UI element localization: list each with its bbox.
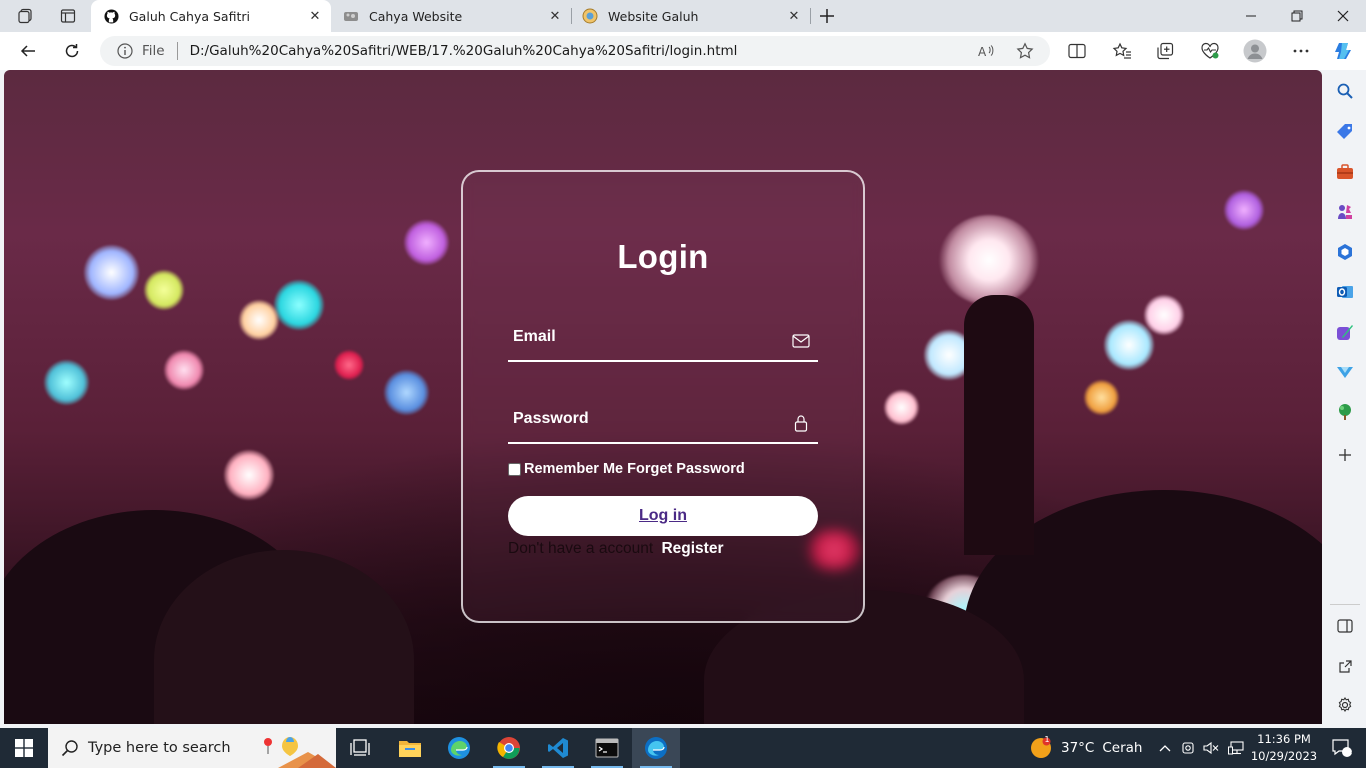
- tools-briefcase-icon[interactable]: [1334, 161, 1356, 183]
- lock-icon: [792, 414, 810, 432]
- settings-gear-icon[interactable]: [1334, 694, 1356, 716]
- terminal-icon[interactable]: [583, 728, 631, 768]
- login-card: Login Email Password Remember Me Forget …: [461, 170, 865, 623]
- email-field[interactable]: Email: [508, 316, 818, 362]
- tab-galuh-cahya-safitri[interactable]: Galuh Cahya Safitri ✕: [91, 0, 331, 32]
- page-viewport: Login Email Password Remember Me Forget …: [4, 70, 1322, 724]
- copilot-icon[interactable]: [1329, 37, 1359, 65]
- remember-label[interactable]: Remember Me Forget Password: [524, 461, 745, 477]
- remember-row: Remember Me Forget Password: [508, 461, 745, 477]
- favorites-icon[interactable]: [1107, 37, 1137, 65]
- task-view-icon[interactable]: [336, 728, 384, 768]
- minimize-icon[interactable]: [1228, 0, 1274, 32]
- password-label: Password: [513, 410, 589, 427]
- volume-muted-icon[interactable]: [1200, 728, 1222, 768]
- browser-toolbar: File D:/Galuh%20Cahya%20Safitri/WEB/17.%…: [0, 32, 1366, 70]
- notification-center-icon[interactable]: 1: [1322, 728, 1362, 768]
- email-label: Email: [513, 328, 556, 345]
- chrome-icon[interactable]: [485, 728, 533, 768]
- weather-widget[interactable]: 1 37°C Cerah: [1030, 728, 1142, 768]
- sidebar-divider: [1330, 604, 1360, 605]
- designer-icon[interactable]: [1334, 321, 1356, 343]
- split-screen-icon[interactable]: [1062, 37, 1092, 65]
- weather-sun-icon: 1: [1030, 735, 1052, 759]
- profile-avatar-icon[interactable]: [1240, 37, 1270, 65]
- browser-essentials-icon[interactable]: [1195, 37, 1225, 65]
- globe-icon: [582, 8, 598, 24]
- tab-divider: [810, 8, 811, 24]
- close-icon[interactable]: ✕: [545, 6, 565, 26]
- login-button[interactable]: Log in: [508, 496, 818, 536]
- tab-title: Cahya Website: [369, 8, 463, 24]
- drop-send-icon[interactable]: [1334, 361, 1356, 383]
- close-icon[interactable]: ✕: [305, 6, 325, 26]
- no-account-text: Don't have a account: [508, 540, 654, 557]
- hide-sidebar-icon[interactable]: [1334, 615, 1356, 637]
- shopping-tag-icon[interactable]: [1334, 121, 1356, 143]
- restore-icon[interactable]: [1274, 0, 1320, 32]
- info-icon[interactable]: [116, 42, 134, 60]
- tab-title: Galuh Cahya Safitri: [129, 8, 250, 24]
- tab-cahya-website[interactable]: Cahya Website ✕: [331, 0, 571, 32]
- more-menu-icon[interactable]: [1286, 37, 1316, 65]
- windows-taskbar: Type here to search 1 37°C Cerah 11:36 P…: [0, 728, 1366, 768]
- close-window-icon[interactable]: [1320, 0, 1366, 32]
- address-bar[interactable]: File D:/Galuh%20Cahya%20Safitri/WEB/17.%…: [100, 36, 1050, 66]
- tab-website-galuh[interactable]: Website Galuh ✕: [570, 0, 810, 32]
- microsoft-365-icon[interactable]: [1334, 241, 1356, 263]
- taskbar-search[interactable]: Type here to search: [48, 728, 336, 768]
- taskbar-clock[interactable]: 11:36 PM 10/29/2023: [1250, 731, 1318, 765]
- tree-icon[interactable]: [1334, 401, 1356, 423]
- tab-strip: Galuh Cahya Safitri ✕ Cahya Website ✕ We…: [0, 0, 1366, 32]
- register-link[interactable]: Register: [661, 540, 723, 557]
- close-icon[interactable]: ✕: [784, 6, 804, 26]
- weather-description: Cerah: [1102, 740, 1143, 756]
- outlook-icon[interactable]: [1334, 281, 1356, 303]
- show-hidden-icons-icon[interactable]: [1155, 728, 1175, 768]
- file-explorer-icon[interactable]: [386, 728, 434, 768]
- register-row: Don't have a account Register: [508, 540, 723, 558]
- windows-start-icon[interactable]: [0, 728, 48, 768]
- add-sidebar-app-icon[interactable]: [1334, 444, 1356, 466]
- svg-text:A: A: [978, 45, 987, 59]
- remember-checkbox[interactable]: [508, 462, 521, 476]
- mail-icon: [792, 332, 810, 350]
- scheme-label: File: [142, 43, 165, 59]
- edge-icon[interactable]: [435, 728, 483, 768]
- network-icon[interactable]: [1225, 728, 1247, 768]
- workspaces-icon[interactable]: [12, 4, 40, 28]
- login-title: Login: [617, 238, 709, 275]
- games-chess-icon[interactable]: [1334, 201, 1356, 223]
- new-tab-icon[interactable]: [814, 4, 840, 28]
- clock-date: 10/29/2023: [1250, 749, 1318, 763]
- weather-temperature: 37°C: [1061, 740, 1095, 756]
- refresh-icon[interactable]: [57, 37, 87, 65]
- search-placeholder: Type here to search: [88, 740, 231, 756]
- favorite-star-icon[interactable]: [1013, 41, 1037, 61]
- clock-time: 11:36 PM: [1257, 732, 1311, 746]
- camera-icon[interactable]: [1178, 728, 1198, 768]
- vscode-icon[interactable]: [534, 728, 582, 768]
- back-icon[interactable]: [13, 37, 43, 65]
- address-divider: [176, 42, 178, 60]
- external-link-icon[interactable]: [1334, 655, 1356, 677]
- tab-title: Website Galuh: [608, 8, 699, 24]
- weather-alert-badge: 1: [1044, 735, 1050, 744]
- github-icon: [103, 8, 119, 24]
- password-field[interactable]: Password: [508, 398, 818, 444]
- search-highlight-illustration-icon: [258, 732, 336, 768]
- search-icon: [60, 738, 80, 758]
- search-icon[interactable]: [1334, 80, 1356, 102]
- vertical-tabs-icon[interactable]: [54, 4, 82, 28]
- edge-sidebar: [1324, 70, 1366, 728]
- url-text[interactable]: D:/Galuh%20Cahya%20Safitri/WEB/17.%20Gal…: [190, 43, 738, 59]
- collections-icon[interactable]: [1150, 37, 1180, 65]
- notification-count: 1: [1350, 745, 1358, 756]
- page-icon: [343, 8, 359, 24]
- read-aloud-icon[interactable]: A: [974, 41, 998, 61]
- edge-active-icon[interactable]: [632, 728, 680, 768]
